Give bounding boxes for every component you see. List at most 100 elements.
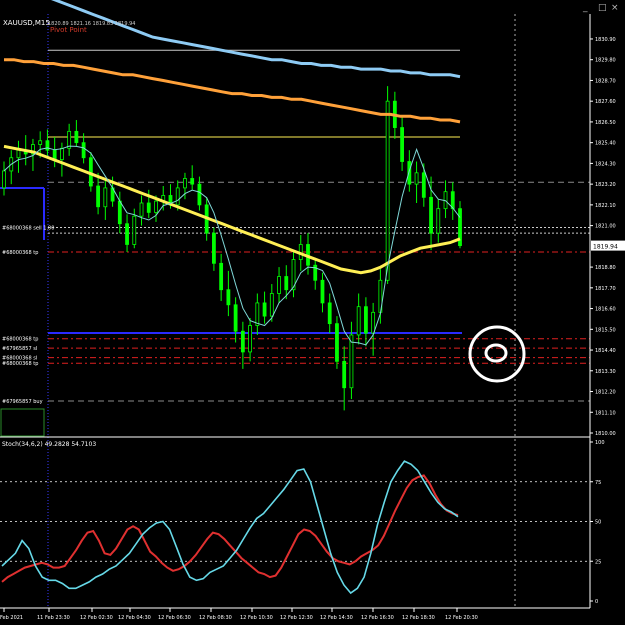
- candle-body: [262, 302, 267, 317]
- candle-body: [248, 325, 252, 353]
- candle-body: [414, 172, 419, 185]
- level-label: #68000368 sell 1.00: [2, 226, 54, 232]
- price-tick-label: 1830.90: [595, 37, 616, 43]
- price-tick-label: 1821.00: [595, 224, 616, 230]
- candle-body: [320, 279, 325, 304]
- price-tick-label: 1829.80: [595, 58, 616, 64]
- stochastic-panel[interactable]: [0, 460, 590, 595]
- time-tick-label: 12 Feb 10:30: [240, 615, 273, 621]
- symbol-title: XAUUSD,M15: [3, 19, 50, 27]
- candle-body: [226, 289, 231, 306]
- candle-body: [175, 187, 180, 206]
- stochastic-line: [1, 460, 459, 595]
- fast-moving-average-line: [3, 145, 461, 346]
- candle-body: [96, 185, 100, 208]
- level-label: #68000368 tp: [2, 361, 38, 367]
- candle-body: [371, 311, 376, 334]
- price-tick-label: 1827.60: [595, 99, 616, 105]
- candle-body: [74, 130, 79, 144]
- candle-body: [255, 302, 260, 326]
- price-tick-label: 1822.10: [595, 203, 616, 209]
- candle-body: [327, 302, 332, 325]
- candle-body: [45, 140, 50, 151]
- price-tick-label: 1814.40: [595, 348, 616, 354]
- time-tick-label: 12 Feb 04:30: [118, 615, 151, 621]
- price-tick-label: 1818.80: [595, 265, 616, 271]
- time-tick-label: 12 Feb 08:30: [199, 615, 232, 621]
- candle-body: [103, 187, 108, 208]
- candle-body: [2, 170, 6, 189]
- price-tick-label: 1825.40: [595, 141, 616, 147]
- candle-body: [117, 200, 122, 225]
- candle-body: [219, 262, 224, 291]
- price-chart-panel[interactable]: #68000368 sell 1.00 #68000368 tp #68000368…: [0, 0, 590, 608]
- moving-average-line: [4, 58, 461, 124]
- candle-body: [450, 191, 455, 210]
- candle-body: [277, 276, 281, 294]
- stochastic-title: Stoch(34,6,2) 49.2828 54.7103: [2, 441, 96, 448]
- level-label: #68000368 tp: [2, 250, 38, 256]
- range-box: [0, 408, 45, 437]
- candle-body: [400, 127, 404, 162]
- stoch-tick-label: 75: [595, 480, 601, 486]
- candle-body: [190, 178, 195, 185]
- time-tick-label: 11 Feb 23:30: [37, 615, 70, 621]
- candle-body: [421, 172, 426, 198]
- stochastic-axis: 100 75 50 25 0: [590, 440, 605, 605]
- price-tick-label: 1813.30: [595, 369, 616, 375]
- price-tick-label: 1810.00: [595, 431, 616, 437]
- pivot-point-label: Pivot Point: [50, 26, 87, 34]
- time-tick-label: 12 Feb 18:30: [402, 615, 435, 621]
- mt4-chart-window: _ □ × #68000368 sell 1.00#68000368 tp#68…: [0, 0, 625, 621]
- stoch-tick-label: 100: [595, 440, 605, 446]
- current-price-label: 1819.94: [593, 244, 618, 251]
- candle-body: [269, 293, 274, 317]
- price-tick-label: 1824.30: [595, 161, 616, 167]
- candle-body: [240, 330, 245, 353]
- candle-body: [183, 178, 187, 189]
- time-tick-label: 12 Feb 20:30: [445, 615, 478, 621]
- candle-body: [60, 147, 64, 161]
- price-tick-label: 1823.20: [595, 182, 616, 188]
- candle-body: [197, 183, 202, 206]
- stochastic-line: [1, 474, 459, 583]
- candle-body: [335, 323, 339, 362]
- moving-average-line: [3, 144, 461, 275]
- candle-body: [132, 215, 137, 245]
- price-axis: 1830.90 1829.80 1828.70 1827.60 1826.50 1825.…: [590, 37, 625, 437]
- stoch-tick-label: 0: [595, 599, 598, 605]
- time-tick-label: 12 Feb 16:30: [361, 615, 394, 621]
- candle-body: [429, 196, 433, 234]
- level-label: #67965857 sl: [2, 346, 37, 352]
- title-strip: [0, 0, 625, 14]
- candle-body: [146, 202, 151, 213]
- candle-body: [38, 140, 43, 145]
- candle-body: [16, 149, 21, 159]
- price-tick-label: 1828.70: [595, 78, 616, 84]
- candle-body: [284, 276, 289, 291]
- time-axis: 11 Feb 2021 11 Feb 23:30 12 Feb 02:30 12 Fe…: [0, 608, 478, 621]
- candle-body: [364, 306, 368, 334]
- candle-body: [212, 232, 216, 264]
- price-tick-label: 1812.20: [595, 390, 616, 396]
- price-tick-label: 1811.10: [595, 410, 616, 416]
- highlight-circle-icon: [468, 325, 526, 383]
- time-tick-label: 12 Feb 02:30: [80, 615, 113, 621]
- close-icon[interactable]: ×: [611, 3, 619, 13]
- candle-body: [81, 142, 86, 159]
- candle-body: [356, 306, 361, 336]
- maximize-icon[interactable]: □: [598, 3, 607, 13]
- price-tick-label: 1817.70: [595, 286, 616, 292]
- stoch-tick-label: 50: [595, 520, 601, 526]
- candle-body: [385, 100, 390, 281]
- minimize-icon[interactable]: _: [582, 3, 588, 13]
- window-controls[interactable]: _ □ ×: [582, 3, 619, 13]
- time-tick-label: 12 Feb 14:30: [320, 615, 353, 621]
- price-tick-label: 1815.50: [595, 327, 616, 333]
- candle-body: [342, 360, 347, 389]
- level-label: #67965857 buy: [2, 399, 43, 405]
- time-tick-label: 12 Feb 06:30: [158, 615, 191, 621]
- candle-body: [139, 202, 144, 217]
- candle-body: [154, 200, 158, 213]
- level-label: #68000368 tp: [2, 337, 38, 343]
